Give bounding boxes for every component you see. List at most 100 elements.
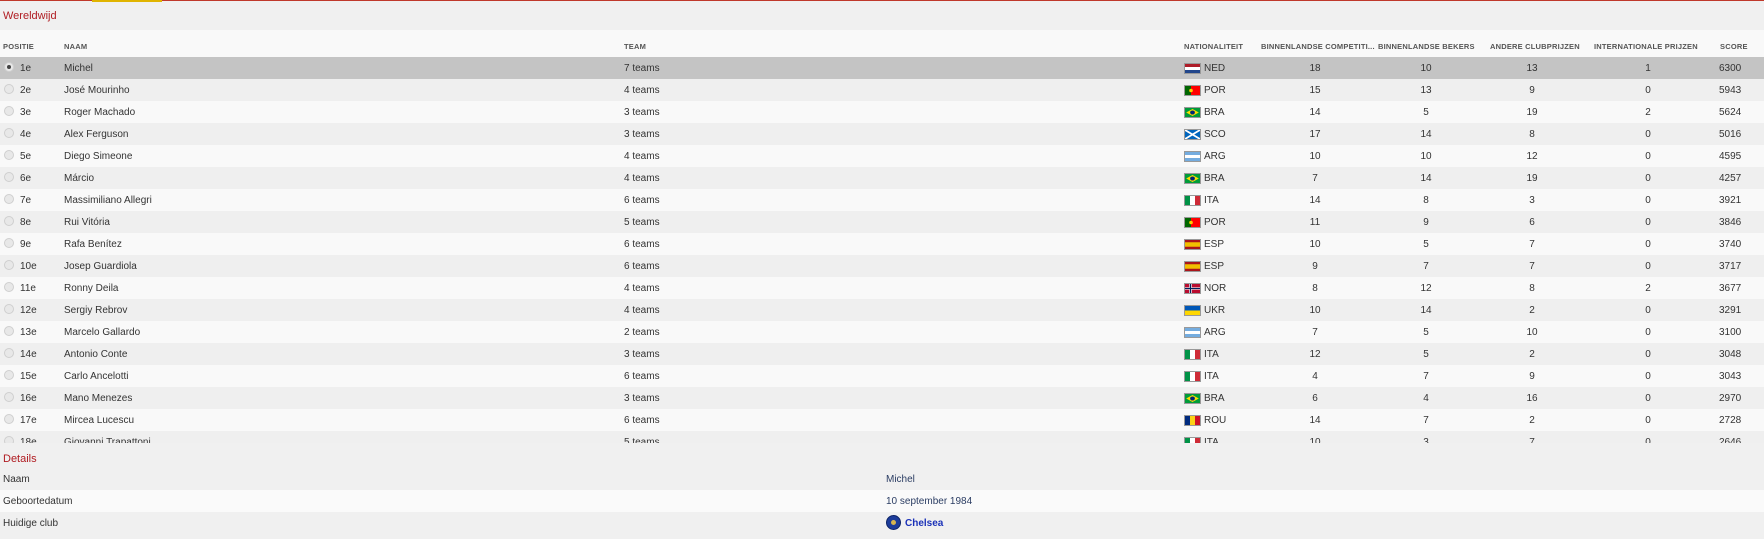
table-row[interactable]: 3e Roger Machado 3 teams BRA 14 5 19 2 5624 <box>0 101 1764 123</box>
row-select-radio[interactable] <box>4 172 14 182</box>
cell-naam[interactable]: Diego Simeone <box>64 151 132 162</box>
table-row[interactable]: 11e Ronny Deila 4 teams NOR 8 12 8 2 3677 <box>0 277 1764 299</box>
header-score[interactable]: SCORE <box>1720 42 1748 51</box>
row-select-radio[interactable] <box>4 106 14 116</box>
row-select-radio[interactable] <box>4 84 14 94</box>
table-row[interactable]: 5e Diego Simeone 4 teams ARG 10 10 12 0 4595 <box>0 145 1764 167</box>
chelsea-crest-icon[interactable] <box>886 515 901 530</box>
cell-team[interactable]: 5 teams <box>624 437 660 443</box>
cell-naam[interactable]: Antonio Conte <box>64 349 127 360</box>
cell-naam[interactable]: Marcelo Gallardo <box>64 327 140 338</box>
cell-team[interactable]: 4 teams <box>624 85 660 96</box>
table-row[interactable]: 2e José Mourinho 4 teams POR 15 13 9 0 5943 <box>0 79 1764 101</box>
header-naam[interactable]: NAAM <box>64 42 87 51</box>
header-internationale-prijzen[interactable]: INTERNATIONALE PRIJZEN <box>1594 42 1698 51</box>
row-select-radio[interactable] <box>4 216 14 226</box>
cell-nationaliteit[interactable]: NED <box>1204 63 1225 74</box>
header-andere-clubprijzen[interactable]: ANDERE CLUBPRIJZEN <box>1490 42 1580 51</box>
cell-nationaliteit[interactable]: ESP <box>1204 239 1224 250</box>
row-select-radio[interactable] <box>4 348 14 358</box>
cell-nationaliteit[interactable]: ITA <box>1204 195 1219 206</box>
cell-team[interactable]: 3 teams <box>624 129 660 140</box>
row-select-radio[interactable] <box>4 62 14 72</box>
table-row[interactable]: 13e Marcelo Gallardo 2 teams ARG 7 5 10 0 3100 <box>0 321 1764 343</box>
cell-nationaliteit[interactable]: UKR <box>1204 305 1225 316</box>
cell-nationaliteit[interactable]: BRA <box>1204 107 1225 118</box>
row-select-radio[interactable] <box>4 194 14 204</box>
row-select-radio[interactable] <box>4 326 14 336</box>
row-select-radio[interactable] <box>4 414 14 424</box>
cell-nationaliteit[interactable]: ITA <box>1204 437 1219 443</box>
row-select-radio[interactable] <box>4 238 14 248</box>
header-team[interactable]: TEAM <box>624 42 646 51</box>
cell-nationaliteit[interactable]: ITA <box>1204 349 1219 360</box>
cell-team[interactable]: 4 teams <box>624 283 660 294</box>
header-positie[interactable]: POSITIE <box>3 42 34 51</box>
header-binnenlandse-bekers[interactable]: BINNENLANDSE BEKERS <box>1378 42 1475 51</box>
table-row[interactable]: 7e Massimiliano Allegri 6 teams ITA 14 8 3 0 392… <box>0 189 1764 211</box>
cell-naam[interactable]: Mano Menezes <box>64 393 132 404</box>
cell-naam[interactable]: Márcio <box>64 173 94 184</box>
cell-team[interactable]: 3 teams <box>624 107 660 118</box>
cell-naam[interactable]: Giovanni Trapattoni <box>64 437 151 443</box>
row-select-radio[interactable] <box>4 304 14 314</box>
cell-team[interactable]: 4 teams <box>624 305 660 316</box>
cell-naam[interactable]: Alex Ferguson <box>64 129 128 140</box>
cell-team[interactable]: 2 teams <box>624 327 660 338</box>
cell-team[interactable]: 6 teams <box>624 239 660 250</box>
cell-nationaliteit[interactable]: NOR <box>1204 283 1226 294</box>
row-select-radio[interactable] <box>4 392 14 402</box>
table-row[interactable]: 16e Mano Menezes 3 teams BRA 6 4 16 0 2970 <box>0 387 1764 409</box>
cell-naam[interactable]: Ronny Deila <box>64 283 118 294</box>
table-row[interactable]: 1e Michel 7 teams NED 18 10 13 1 6300 <box>0 57 1764 79</box>
cell-naam[interactable]: Carlo Ancelotti <box>64 371 128 382</box>
cell-nationaliteit[interactable]: ARG <box>1204 327 1226 338</box>
cell-naam[interactable]: Josep Guardiola <box>64 261 137 272</box>
cell-team[interactable]: 6 teams <box>624 371 660 382</box>
cell-team[interactable]: 5 teams <box>624 217 660 228</box>
cell-naam[interactable]: Michel <box>64 63 93 74</box>
table-row[interactable]: 18e Giovanni Trapattoni 5 teams ITA 10 3 7 0 264… <box>0 431 1764 443</box>
cell-naam[interactable]: Rafa Benítez <box>64 239 122 250</box>
cell-nationaliteit[interactable]: ARG <box>1204 151 1226 162</box>
cell-team[interactable]: 4 teams <box>624 151 660 162</box>
row-select-radio[interactable] <box>4 150 14 160</box>
table-row[interactable]: 6e Márcio 4 teams BRA 7 14 19 0 4257 <box>0 167 1764 189</box>
cell-team[interactable]: 3 teams <box>624 349 660 360</box>
cell-nationaliteit[interactable]: BRA <box>1204 393 1225 404</box>
cell-naam[interactable]: Rui Vitória <box>64 217 110 228</box>
row-select-radio[interactable] <box>4 282 14 292</box>
cell-nationaliteit[interactable]: ESP <box>1204 261 1224 272</box>
table-row[interactable]: 8e Rui Vitória 5 teams POR 11 9 6 0 3846 <box>0 211 1764 233</box>
row-select-radio[interactable] <box>4 370 14 380</box>
table-row[interactable]: 4e Alex Ferguson 3 teams SCO 17 14 8 0 5016 <box>0 123 1764 145</box>
row-select-radio[interactable] <box>4 260 14 270</box>
cell-nationaliteit[interactable]: POR <box>1204 85 1226 96</box>
cell-team[interactable]: 6 teams <box>624 415 660 426</box>
cell-naam[interactable]: Massimiliano Allegri <box>64 195 152 206</box>
cell-naam[interactable]: Roger Machado <box>64 107 135 118</box>
cell-naam[interactable]: Mircea Lucescu <box>64 415 134 426</box>
row-select-radio[interactable] <box>4 436 14 443</box>
cell-nationaliteit[interactable]: ITA <box>1204 371 1219 382</box>
table-row[interactable]: 9e Rafa Benítez 6 teams ESP 10 5 7 0 3740 <box>0 233 1764 255</box>
table-row[interactable]: 12e Sergiy Rebrov 4 teams UKR 10 14 2 0 3291 <box>0 299 1764 321</box>
table-row[interactable]: 10e Josep Guardiola 6 teams ESP 9 7 7 0 3717 <box>0 255 1764 277</box>
header-binnenlandse-competities[interactable]: BINNENLANDSE COMPETITI... <box>1261 42 1375 51</box>
table-row[interactable]: 15e Carlo Ancelotti 6 teams ITA 4 7 9 0 3043 <box>0 365 1764 387</box>
table-row[interactable]: 14e Antonio Conte 3 teams ITA 12 5 2 0 3048 <box>0 343 1764 365</box>
cell-team[interactable]: 6 teams <box>624 261 660 272</box>
club-link[interactable]: Chelsea <box>905 518 943 529</box>
cell-nationaliteit[interactable]: POR <box>1204 217 1226 228</box>
cell-nationaliteit[interactable]: BRA <box>1204 173 1225 184</box>
cell-nationaliteit[interactable]: SCO <box>1204 129 1226 140</box>
cell-team[interactable]: 3 teams <box>624 393 660 404</box>
header-nationaliteit[interactable]: NATIONALITEIT <box>1184 42 1243 51</box>
row-select-radio[interactable] <box>4 128 14 138</box>
cell-team[interactable]: 6 teams <box>624 195 660 206</box>
cell-nationaliteit[interactable]: ROU <box>1204 415 1226 426</box>
cell-team[interactable]: 4 teams <box>624 173 660 184</box>
cell-naam[interactable]: José Mourinho <box>64 85 130 96</box>
table-row[interactable]: 17e Mircea Lucescu 6 teams ROU 14 7 2 0 2728 <box>0 409 1764 431</box>
cell-naam[interactable]: Sergiy Rebrov <box>64 305 127 316</box>
